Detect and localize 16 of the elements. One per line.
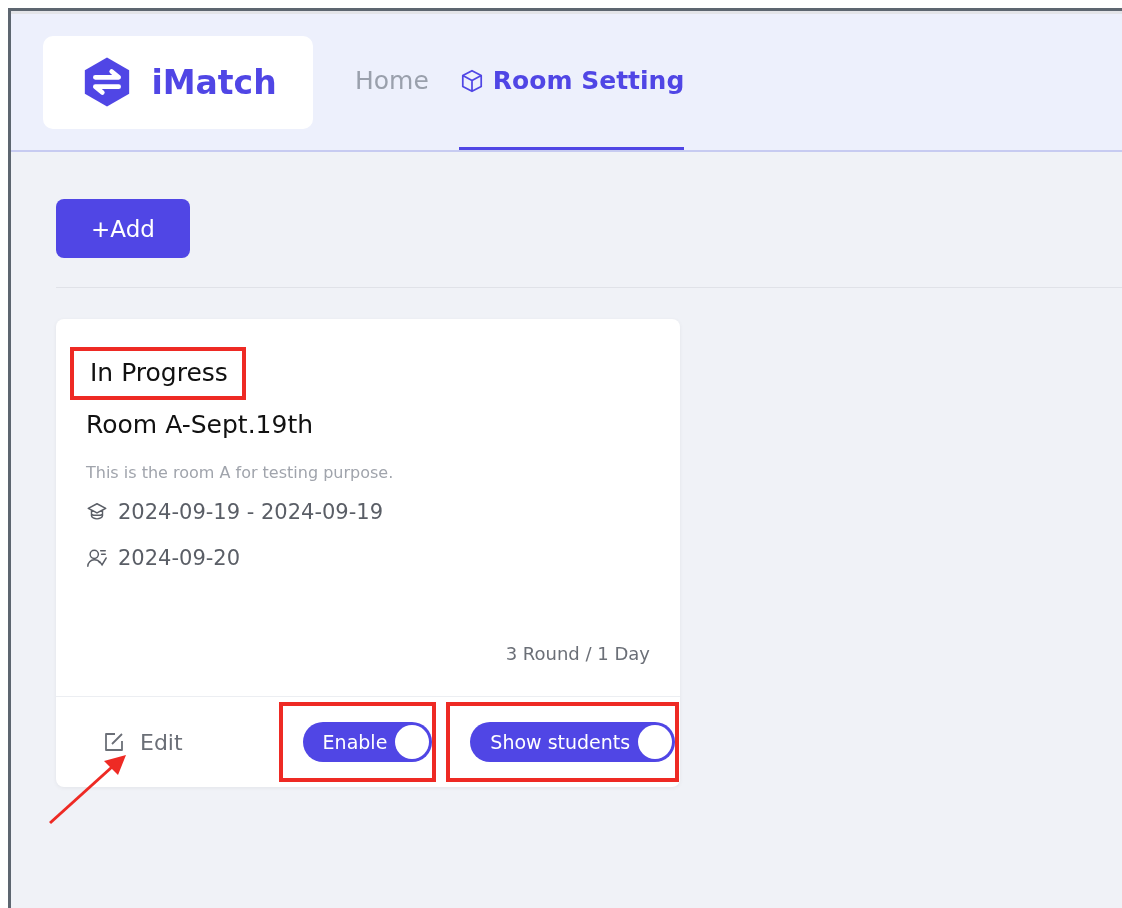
add-button[interactable]: +Add <box>56 199 190 258</box>
status-label: In Progress <box>70 347 246 400</box>
nav-tab[interactable]: Room Setting <box>458 14 685 150</box>
date-text: 2024-09-20 <box>118 546 241 570</box>
toggle-switch[interactable]: Show students <box>470 722 676 762</box>
edit-icon <box>102 730 126 754</box>
graduation-cap-icon <box>86 501 108 523</box>
date-text: 2024-09-19 - 2024-09-19 <box>118 500 383 524</box>
logo-card[interactable]: iMatch <box>43 35 313 129</box>
rounds-text: 3 Round / 1 Day <box>505 643 650 664</box>
room-title: Room A-Sept.19th <box>86 410 315 439</box>
edit-link[interactable]: Edit <box>102 729 183 755</box>
app-name: iMatch <box>151 62 277 102</box>
person-check-icon <box>86 547 108 569</box>
toggle-switch[interactable]: Enable <box>302 722 433 762</box>
room-description: This is the room A for testing purpose. <box>86 463 395 482</box>
